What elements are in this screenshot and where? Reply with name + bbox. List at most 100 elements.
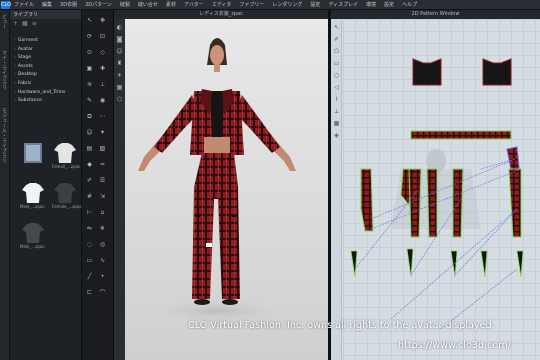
line-icon[interactable]: ╱ [85, 272, 94, 281]
measure-icon[interactable]: ⊥ [98, 80, 107, 89]
menu-render[interactable]: レンダリング [272, 1, 302, 8]
tree-item-avatar[interactable]: › Avatar [14, 46, 81, 55]
library-title: ライブラリ [10, 10, 81, 19]
menu-help[interactable]: ヘルプ [402, 1, 417, 8]
arrange-icon[interactable]: ▣ [85, 64, 94, 73]
menu-avatar[interactable]: アバター [184, 1, 204, 8]
library-toolbar: + ▦ ≡ [10, 19, 81, 27]
segment-icon[interactable]: ⊏ [85, 288, 94, 297]
trim-icon[interactable]: ◆ [85, 160, 94, 169]
tree-item-stage[interactable]: › Stage [14, 54, 81, 63]
chevron-right-icon: › [14, 46, 16, 52]
shirt-icon [22, 183, 44, 203]
layer-icon[interactable]: ☰ [98, 176, 107, 185]
shirt-icon [54, 143, 76, 163]
library-tree: › Garment › Avatar › Stage › Assets › Desktop… [10, 37, 81, 106]
menu-editor[interactable]: エディタ [212, 1, 232, 8]
grid-icon[interactable]: # [85, 192, 94, 201]
grid-view-icon[interactable]: ▦ [22, 20, 28, 27]
menu-preferences[interactable]: 設定 [384, 1, 394, 8]
texture-icon[interactable]: ▤ [85, 144, 94, 153]
folder-add-icon[interactable]: + [13, 20, 18, 27]
show-icon[interactable]: ◎ [98, 240, 107, 249]
copyright-notice: CLO Virtual Fashion, Inc. owns all right… [188, 320, 495, 331]
chevron-right-icon: › [14, 38, 16, 43]
pose-icon[interactable]: ✦ [98, 128, 107, 137]
shirt-icon [54, 183, 76, 203]
shirt-icon [22, 223, 44, 243]
graphic-icon[interactable]: ▧ [98, 144, 107, 153]
tab-module-library[interactable]: モジュール・ライブラリ [1, 108, 8, 163]
clo-logo: CLO [1, 0, 12, 9]
chevron-right-icon: › [14, 55, 16, 61]
mirror-icon[interactable]: ⇋ [85, 224, 94, 233]
puckering-icon[interactable]: ≈ [98, 160, 107, 169]
tree-item-assets[interactable]: › Assets [14, 63, 81, 72]
library-thumbnail[interactable]: Male_...zpac [20, 221, 46, 251]
library-thumbnail[interactable] [20, 141, 46, 171]
menu-material[interactable]: 素材 [166, 1, 176, 8]
chevron-right-icon: › [14, 72, 16, 78]
menu-display[interactable]: ディスプレイ [328, 1, 358, 8]
move-icon[interactable]: ✥ [98, 16, 107, 25]
tab-my-library[interactable]: マイ・ライブラリ [1, 50, 8, 90]
library-thumbnail[interactable]: Femail_...zpac [52, 141, 80, 171]
menu-file[interactable]: ファイル [14, 1, 34, 8]
shrink-icon[interactable]: ⇲ [98, 192, 107, 201]
chevron-right-icon: › [14, 98, 16, 104]
edit-icon[interactable]: ✐ [85, 176, 94, 185]
avatar-figure [132, 38, 302, 325]
transform-icon[interactable]: ⊡ [98, 32, 107, 41]
tree-item-desktop[interactable]: › Desktop [14, 71, 81, 80]
hide-icon[interactable]: ◌ [85, 240, 94, 249]
menu-bar: CLO ファイル 編集 3D衣服 2Dパターン 縫製 縫い合せ 素材 アバター … [0, 0, 540, 10]
tree-item-fabric[interactable]: › Fabric [14, 80, 81, 89]
left-tab-strip: ビュー マイ・ライブラリ モジュール・ライブラリ [0, 10, 10, 360]
topstitch-icon[interactable]: ⋯ [98, 112, 107, 121]
tree-item-garment[interactable]: › Garment [14, 37, 81, 46]
pattern-window-title: 2D Pattern Window [331, 10, 540, 19]
point-icon[interactable]: • [98, 272, 107, 281]
menu-edit[interactable]: 編集 [42, 1, 52, 8]
lock-icon[interactable]: ⌂ [98, 208, 107, 217]
zipper-icon[interactable]: ⧉ [85, 112, 94, 121]
tape-icon[interactable]: ▭ [85, 256, 94, 265]
pattern-pieces [350, 58, 524, 330]
chevron-right-icon: › [14, 80, 16, 86]
menu-sewing[interactable]: 縫製 [120, 1, 130, 8]
tab-view[interactable]: ビュー [1, 14, 8, 29]
curve-icon[interactable]: ⌒ [98, 288, 107, 297]
list-view-icon[interactable]: ≡ [32, 20, 37, 27]
tool-column: ↖ ✥ ⟳ ⊡ ⊙ ◇ ▣ ✚ ≋ ⊥ ✎ ◉ ⧉ ⋯ ☺ ✦ ▤ ▧ ◆ ≈ … [82, 10, 114, 360]
menu-2d-pattern[interactable]: 2Dパターン [85, 1, 112, 8]
chevron-right-icon: › [14, 63, 16, 69]
viewport-title: レディス衣装_zpac [114, 10, 328, 19]
menu-3d-garment[interactable]: 3D衣服 [60, 1, 77, 8]
tree-item-hardware[interactable]: › Hardware_and_Trims [14, 89, 81, 98]
tack-icon[interactable]: ✚ [98, 64, 107, 73]
chevron-right-icon: › [14, 89, 16, 95]
steam-icon[interactable]: ≋ [85, 80, 94, 89]
menu-fabric[interactable]: ファブリー [239, 1, 264, 8]
avatar-icon[interactable]: ☺ [85, 128, 94, 137]
elastic-icon[interactable]: ∿ [98, 256, 107, 265]
brush-icon[interactable]: ✎ [85, 96, 94, 105]
library-thumbnail[interactable]: Female_...zpac [52, 181, 82, 211]
2d-pattern-window[interactable]: ↖ ✐ ⬠ ▭ ○ ◁ ⌇ ⟂ ▦ ◈ [331, 19, 540, 360]
freeze-icon[interactable]: ❄ [98, 224, 107, 233]
folder-icon [24, 143, 42, 163]
select-icon[interactable]: ↖ [85, 16, 94, 25]
ruler-icon[interactable]: ⊢ [85, 208, 94, 217]
rotate-icon[interactable]: ⟳ [85, 32, 94, 41]
menu-settings[interactable]: 設定 [310, 1, 320, 8]
library-thumbnail[interactable]: Male_...zpac [20, 181, 46, 211]
website-url: https://www.clo3d.com/ [398, 340, 511, 351]
pin-icon[interactable]: ⊙ [85, 48, 94, 57]
button-tool-icon[interactable]: ◉ [98, 96, 107, 105]
menu-environment[interactable]: 環境 [366, 1, 376, 8]
menu-stitch[interactable]: 縫い合せ [138, 1, 158, 8]
library-panel: ライブラリ + ▦ ≡ › Garment › Avatar › Stage › Ass… [10, 10, 82, 360]
3d-viewport[interactable]: ◐ ◙ ☺ ♜ ☀ ▦ ⬡ [114, 19, 328, 360]
fold-icon[interactable]: ◇ [98, 48, 107, 57]
tree-item-substance[interactable]: › Substance [14, 97, 81, 106]
